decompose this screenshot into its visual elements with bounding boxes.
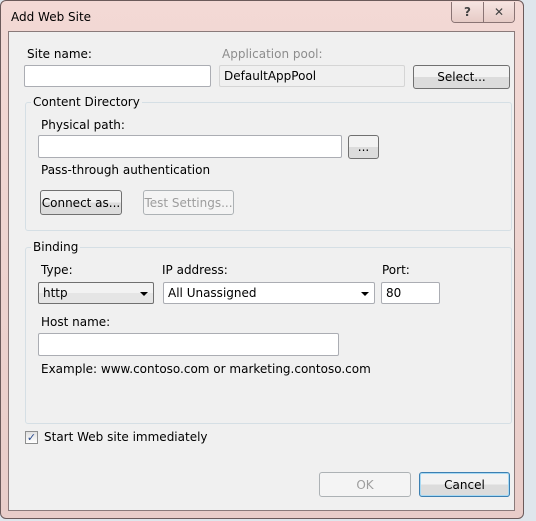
host-example-text: Example: www.contoso.com or marketing.co… [41, 362, 371, 376]
title-buttons: ? ✕ [451, 2, 515, 23]
cancel-button[interactable]: Cancel [419, 472, 510, 497]
type-value: http [43, 286, 68, 300]
app-pool-label: Application pool: [222, 47, 323, 61]
ip-address-label: IP address: [162, 263, 228, 277]
type-label: Type: [41, 263, 73, 277]
type-select[interactable]: http [38, 282, 154, 304]
help-button[interactable]: ? [452, 2, 483, 22]
browse-button[interactable]: ... [348, 135, 379, 159]
ip-address-select[interactable]: All Unassigned [163, 282, 375, 304]
port-label: Port: [382, 263, 410, 277]
start-immediately-label[interactable]: Start Web site immediately [44, 430, 208, 444]
auth-text: Pass-through authentication [41, 163, 211, 177]
site-name-label: Site name: [27, 47, 92, 61]
dialog-title: Add Web Site [11, 10, 92, 24]
ip-address-value: All Unassigned [168, 286, 257, 300]
host-name-label: Host name: [41, 315, 111, 329]
app-pool-field: DefaultAppPool [219, 65, 405, 87]
close-button[interactable]: ✕ [483, 2, 514, 22]
port-input[interactable]: 80 [381, 282, 440, 304]
host-name-input[interactable] [38, 333, 339, 356]
physical-path-input[interactable] [38, 135, 342, 158]
chevron-down-icon [140, 292, 148, 296]
binding-label: Binding [31, 240, 81, 254]
ok-button: OK [319, 472, 411, 497]
test-settings-button: Test Settings... [143, 190, 234, 215]
physical-path-label: Physical path: [41, 118, 125, 132]
content-directory-label: Content Directory [31, 95, 142, 109]
connect-as-button[interactable]: Connect as... [40, 190, 122, 215]
chevron-down-icon [361, 292, 369, 296]
site-name-input[interactable] [24, 65, 211, 87]
checkmark-icon: ✓ [26, 431, 37, 444]
select-button[interactable]: Select... [413, 65, 510, 89]
start-immediately-checkbox[interactable]: ✓ [25, 431, 38, 444]
